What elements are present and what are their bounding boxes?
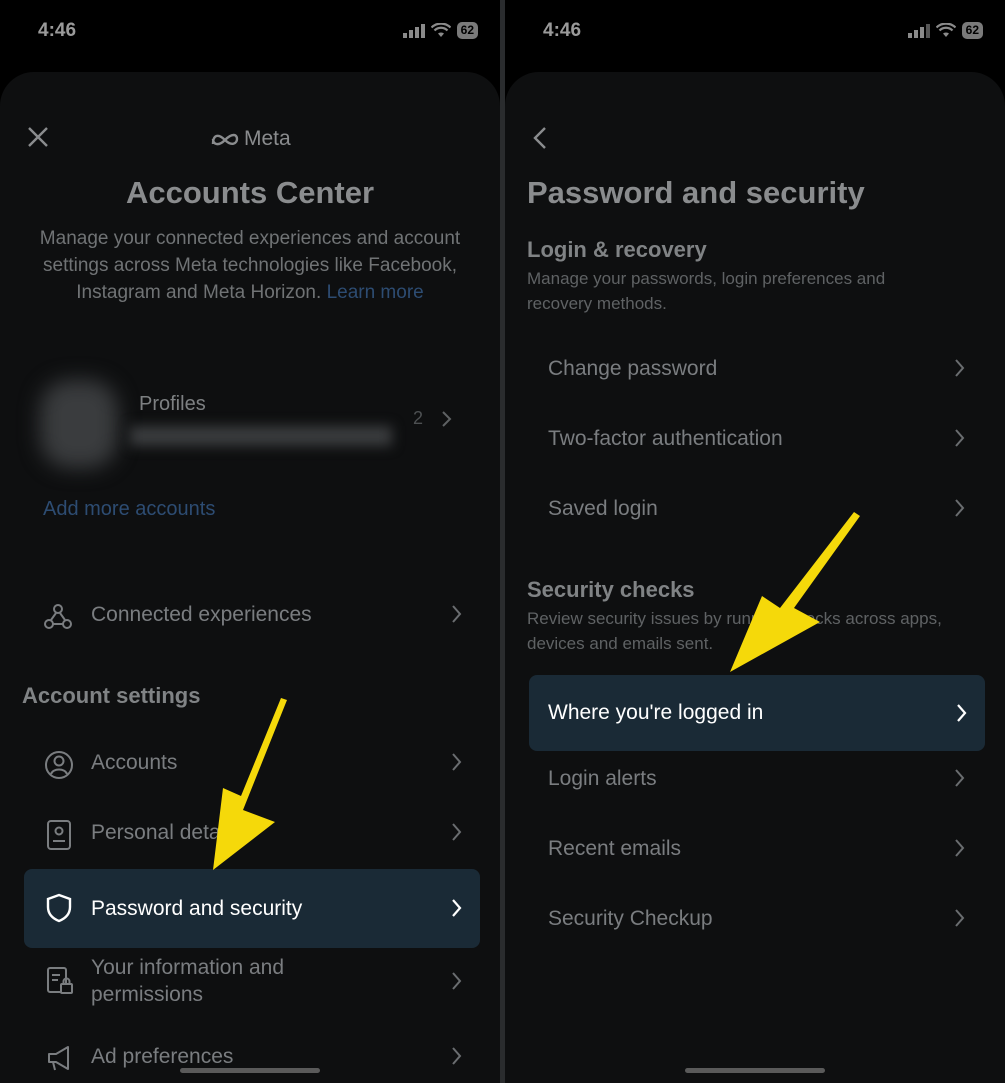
recent-emails-row[interactable]: Recent emails (527, 819, 983, 879)
change-password-label: Change password (548, 357, 718, 380)
close-icon[interactable] (27, 126, 49, 148)
wifi-icon (430, 23, 451, 37)
avatar (40, 380, 118, 468)
chevron-right-icon (955, 769, 965, 787)
chevron-right-icon (957, 704, 967, 722)
accounts-label: Accounts (91, 751, 178, 774)
status-time: 4:46 (543, 20, 582, 41)
login-alerts-label: Login alerts (548, 767, 657, 790)
battery-indicator: 62 (961, 22, 983, 39)
status-bar: 4:46 62 (505, 0, 1005, 60)
chevron-right-icon (955, 359, 965, 377)
add-more-accounts-link[interactable]: Add more accounts (43, 498, 215, 521)
user-circle-icon (45, 751, 73, 779)
where-logged-in-row[interactable]: Where you're logged in (529, 675, 985, 751)
chevron-right-icon (955, 499, 965, 517)
profiles-names-blurred (130, 426, 392, 446)
change-password-row[interactable]: Change password (527, 339, 983, 399)
home-indicator[interactable] (180, 1068, 320, 1073)
ad-preferences-label: Ad preferences (91, 1045, 234, 1068)
yellow-arrow-annotation (213, 698, 287, 870)
security-checks-heading: Security checks (527, 577, 695, 602)
page-title: Password and security (527, 175, 865, 210)
yellow-arrow-annotation (730, 512, 860, 672)
two-factor-label: Two-factor authentication (548, 427, 783, 450)
ad-preferences-row[interactable]: Ad preferences (24, 1027, 480, 1083)
chevron-right-icon (452, 823, 462, 841)
status-time: 4:46 (38, 20, 77, 41)
meta-brand-text: Meta (244, 127, 291, 150)
chevron-right-icon (452, 899, 462, 917)
password-and-security-label: Password and security (91, 896, 303, 920)
meta-infinity-icon (211, 133, 239, 146)
where-logged-in-label: Where you're logged in (548, 701, 764, 724)
login-recovery-description: Manage your passwords, login preferences… (527, 269, 886, 313)
your-information-row[interactable]: Your information and permissions (24, 949, 480, 1013)
home-indicator[interactable] (685, 1068, 825, 1073)
back-arrow-icon[interactable] (532, 126, 548, 150)
profiles-label[interactable]: Profiles (139, 393, 206, 416)
connected-experiences-row[interactable]: Connected experiences (24, 585, 480, 645)
chevron-right-icon (452, 753, 462, 771)
chevron-right-icon (955, 909, 965, 927)
chevron-right-icon (955, 429, 965, 447)
recent-emails-label: Recent emails (548, 837, 682, 860)
connected-experiences-label: Connected experiences (91, 603, 312, 626)
chevron-right-icon (955, 839, 965, 857)
cellular-signal-icon (907, 23, 930, 38)
two-factor-row[interactable]: Two-factor authentication (527, 409, 983, 469)
saved-login-label: Saved login (548, 497, 658, 520)
cellular-signal-icon (402, 23, 425, 38)
login-alerts-row[interactable]: Login alerts (527, 749, 983, 809)
status-bar: 4:46 62 (0, 0, 500, 60)
meta-logo: Meta (210, 127, 291, 151)
profiles-count: 2 (413, 408, 424, 428)
megaphone-icon (48, 1046, 69, 1071)
account-settings-heading: Account settings (22, 683, 201, 708)
password-security-sheet: Password and security Login & recovery M… (505, 72, 1005, 1083)
learn-more-link[interactable]: Learn more (327, 282, 424, 303)
chevron-right-icon (452, 972, 462, 990)
login-recovery-heading: Login & recovery (527, 237, 707, 262)
wifi-icon (935, 23, 956, 37)
battery-indicator: 62 (456, 22, 478, 39)
id-card-icon (47, 820, 71, 850)
security-checkup-row[interactable]: Security Checkup (527, 889, 983, 949)
info-lock-icon (47, 967, 73, 994)
page-title: Accounts Center (125, 175, 375, 210)
chevron-right-icon (442, 411, 452, 427)
right-phone-screen: 4:46 62 Password and security Login & re… (505, 0, 1005, 1083)
left-phone-screen: 4:46 62 Meta Accounts Center Manage your… (0, 0, 500, 1083)
accounts-center-sheet: Meta Accounts Center Manage your connect… (0, 72, 500, 1083)
shield-icon (46, 893, 72, 923)
chevron-right-icon (452, 605, 462, 623)
your-information-label: Your information and permissions (91, 956, 285, 1006)
connected-nodes-icon (44, 604, 72, 629)
chevron-right-icon (452, 1047, 462, 1065)
security-checkup-label: Security Checkup (548, 907, 713, 930)
page-description: Manage your connected experiences and ac… (26, 225, 474, 306)
